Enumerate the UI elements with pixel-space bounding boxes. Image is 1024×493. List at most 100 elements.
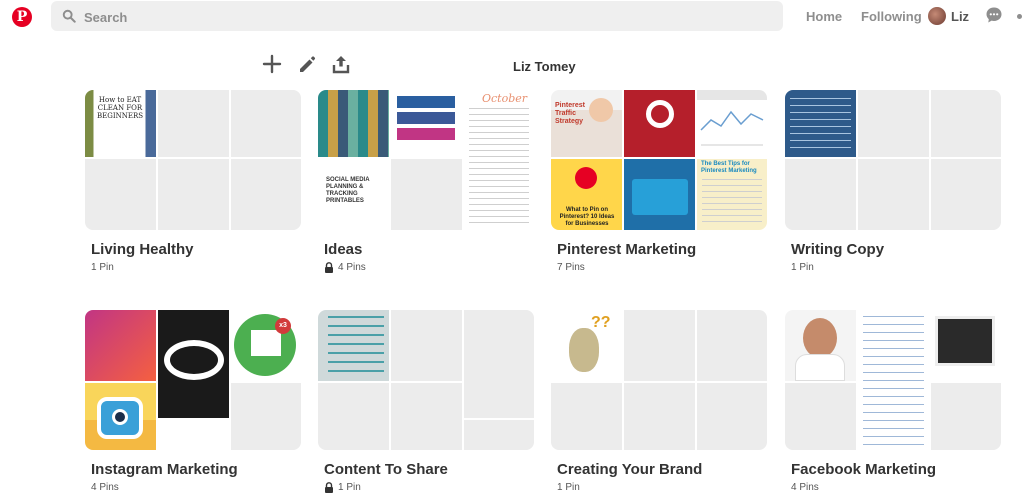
board-cover[interactable] [785, 310, 1001, 450]
search-bar[interactable] [51, 1, 783, 31]
board-card[interactable]: October SOCIAL MEDIA PLANNING & TRACKING… [318, 90, 534, 290]
empty-tile [785, 383, 856, 450]
pin-thumbnail-lines [328, 316, 384, 377]
pin-thumbnail [624, 159, 695, 230]
pin-thumbnail-text: The Best Tips for Pinterest Marketing [701, 161, 757, 174]
pin-thumbnail [85, 383, 156, 450]
instagram-icon [397, 128, 455, 140]
search-icon [62, 9, 76, 23]
profile-name: Liz Tomey [513, 59, 576, 74]
empty-tile [931, 90, 1001, 157]
board-title[interactable]: Facebook Marketing [791, 461, 936, 478]
briefcase-icon [632, 179, 688, 215]
empty-tile [697, 310, 767, 381]
pinterest-logo-icon [575, 167, 597, 189]
linkedin-icon [397, 96, 455, 108]
pin-thumbnail-lines [469, 108, 529, 226]
board-pin-count: 1 Pin [791, 262, 814, 273]
board-card[interactable]: Writing Copy 1 Pin [785, 90, 1001, 290]
board-cover[interactable] [785, 90, 1001, 230]
board-card[interactable]: x3 Instagram Marketing 4 Pins [85, 310, 301, 493]
share-upload-icon[interactable] [331, 54, 351, 74]
pin-thumbnail-text: SOCIAL MEDIA PLANNING & TRACKING PRINTAB… [326, 177, 370, 204]
lock-icon [325, 262, 333, 273]
person-photo [803, 318, 837, 358]
empty-tile [391, 310, 462, 381]
empty-tile [464, 420, 534, 450]
pin-thumbnail-lines [790, 98, 851, 153]
pin-thumbnail [785, 310, 856, 381]
board-title[interactable]: Pinterest Marketing [557, 241, 696, 258]
board-card[interactable]: Content To Share 1 Pin [318, 310, 534, 493]
pin-thumbnail: ?? [551, 310, 622, 381]
pin-thumbnail: x3 [231, 310, 301, 381]
avatar[interactable] [928, 7, 946, 25]
empty-tile [85, 159, 156, 230]
board-card[interactable]: Facebook Marketing 4 Pins [785, 310, 1001, 493]
cartoon-dog-icon [569, 328, 599, 372]
lock-icon [325, 482, 333, 493]
facebook-icon [397, 112, 455, 124]
board-cover[interactable]: Pinterest Traffic Strategy What to Pin o… [551, 90, 767, 230]
board-cover[interactable]: How to EAT CLEAN FOR BEGINNERS [85, 90, 301, 230]
board-cover[interactable]: October SOCIAL MEDIA PLANNING & TRACKING… [318, 90, 534, 230]
nav-home-link[interactable]: Home [806, 9, 842, 24]
empty-tile [318, 383, 389, 450]
board-title[interactable]: Ideas [324, 241, 362, 258]
nav-user-link[interactable]: Liz [951, 9, 969, 24]
nav-following-link[interactable]: Following [861, 9, 922, 24]
chart-thumbnail-icon [697, 90, 767, 146]
edit-pencil-icon[interactable] [297, 54, 317, 74]
camera-lens-icon [112, 409, 128, 425]
pin-thumbnail: Pinterest Traffic Strategy [551, 90, 622, 157]
pin-thumbnail [391, 90, 462, 157]
pinterest-logo-icon[interactable]: P [12, 7, 32, 27]
board-title[interactable]: Content To Share [324, 461, 448, 478]
pin-thumbnail-text: October [482, 92, 528, 105]
badge-graphic [164, 340, 224, 380]
profile-action-bar: Liz Tomey [0, 40, 1024, 84]
piano-photo [935, 316, 995, 366]
board-card[interactable]: How to EAT CLEAN FOR BEGINNERS Living He… [85, 90, 301, 290]
empty-tile [391, 383, 462, 450]
pin-thumbnail: SOCIAL MEDIA PLANNING & TRACKING PRINTAB… [318, 159, 389, 230]
empty-tile [464, 310, 534, 418]
pin-thumbnail [858, 310, 929, 450]
pin-thumbnail-lines [702, 179, 762, 226]
empty-tile [231, 383, 301, 450]
board-card[interactable]: Pinterest Traffic Strategy What to Pin o… [551, 90, 767, 290]
board-cover[interactable] [318, 310, 534, 450]
pin-thumbnail: October [464, 90, 534, 230]
pin-thumbnail [931, 310, 1001, 381]
empty-tile [931, 159, 1001, 230]
pin-thumbnail-text: What to Pin on Pinterest? 10 Ideas for B… [559, 207, 615, 227]
pin-thumbnail: What to Pin on Pinterest? 10 Ideas for B… [551, 159, 622, 230]
board-pin-count: 4 Pins [338, 262, 366, 273]
empty-tile [391, 159, 462, 230]
pin-thumbnail-lines [863, 316, 924, 446]
board-cover[interactable]: x3 [85, 310, 301, 450]
board-title[interactable]: Instagram Marketing [91, 461, 238, 478]
search-input[interactable] [84, 8, 684, 26]
chat-icon[interactable] [985, 6, 1003, 24]
add-icon[interactable] [262, 54, 282, 74]
top-bar: P Home Following Liz [0, 0, 1024, 34]
board-title[interactable]: Creating Your Brand [557, 461, 702, 478]
empty-tile [697, 383, 767, 450]
pin-thumbnail [158, 310, 229, 418]
empty-tile [624, 383, 695, 450]
board-title[interactable]: Living Healthy [91, 241, 194, 258]
more-menu-icon[interactable] [1017, 14, 1022, 19]
person-photo [589, 98, 613, 122]
board-cover[interactable]: ?? [551, 310, 767, 450]
empty-tile [624, 310, 695, 381]
pin-thumbnail: How to EAT CLEAN FOR BEGINNERS [85, 90, 156, 157]
board-card[interactable]: ?? Creating Your Brand 1 Pin [551, 310, 767, 493]
pin-thumbnail [624, 90, 695, 157]
pin-thumbnail-text: How to EAT CLEAN FOR BEGINNERS [96, 96, 144, 120]
board-pin-count: 4 Pins [791, 482, 819, 493]
pin-thumbnail [318, 90, 389, 157]
empty-tile [158, 90, 229, 157]
board-title[interactable]: Writing Copy [791, 241, 884, 258]
board-pin-count: 1 Pin [557, 482, 580, 493]
